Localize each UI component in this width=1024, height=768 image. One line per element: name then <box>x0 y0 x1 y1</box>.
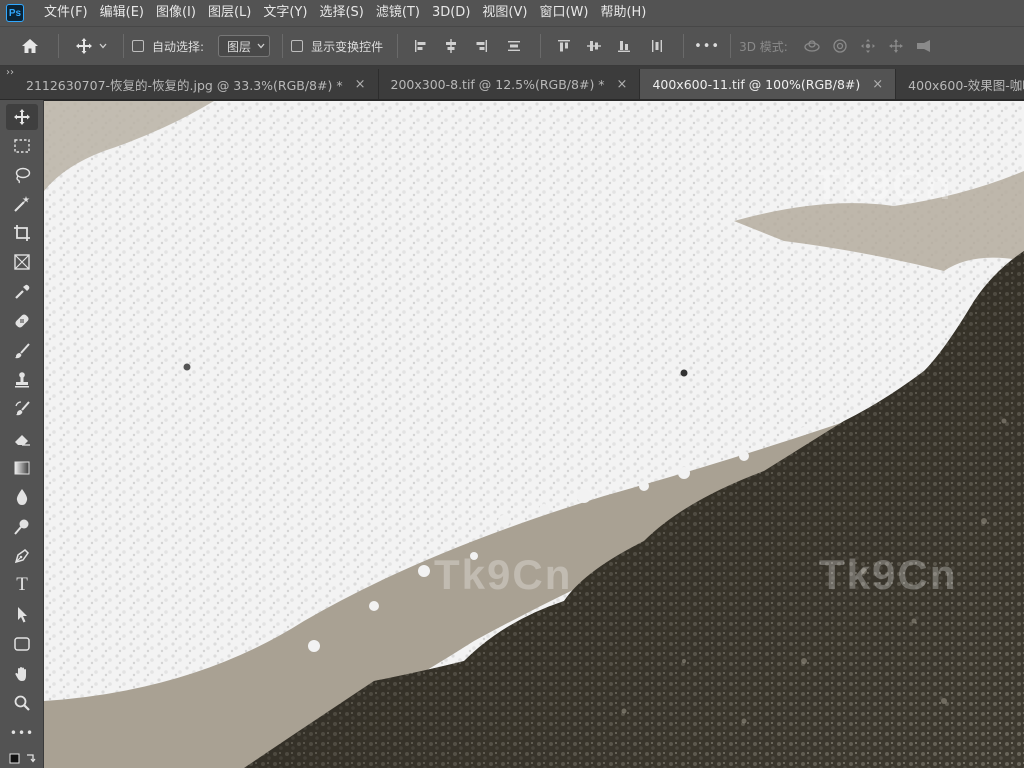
gradient-tool-icon[interactable] <box>6 455 38 481</box>
document-tab[interactable]: 200x300-8.tif @ 12.5%(RGB/8#) * × <box>378 69 641 99</box>
hand-tool-icon[interactable] <box>6 661 38 687</box>
zoom-tool-icon[interactable] <box>6 690 38 716</box>
close-icon[interactable]: × <box>617 77 628 92</box>
separator <box>282 34 284 58</box>
menu-help[interactable]: 帮助(H) <box>594 0 652 26</box>
pen-tool-icon[interactable] <box>6 543 38 569</box>
3d-mode-label: 3D 模式: <box>739 39 788 54</box>
scale-3d-icon[interactable] <box>910 31 938 61</box>
tab-label: 200x300-8.tif @ 12.5%(RGB/8#) * <box>390 76 605 92</box>
tool-preset-picker[interactable] <box>67 31 115 61</box>
menu-3d[interactable]: 3D(D) <box>426 0 476 26</box>
document-canvas[interactable]: Tk9Cn Tk9Cn Tk9Cn <box>44 101 1024 768</box>
align-left-icon[interactable] <box>406 31 436 61</box>
document-tab-bar: ›› 2112630707-恢复的-恢复的.jpg @ 33.3%(RGB/8#… <box>0 66 1024 100</box>
crop-tool-icon[interactable] <box>6 220 38 246</box>
type-tool-icon[interactable]: T <box>6 572 38 598</box>
align-top-icon[interactable] <box>549 31 579 61</box>
auto-select-dropdown[interactable]: 图层 <box>218 35 271 57</box>
dodge-tool-icon[interactable] <box>6 514 38 540</box>
menu-window[interactable]: 窗口(W) <box>533 0 594 26</box>
align-vertical-center-icon[interactable] <box>579 31 609 61</box>
close-icon[interactable]: × <box>355 77 366 92</box>
swap-colors-icon[interactable] <box>6 748 38 768</box>
tab-label: 2112630707-恢复的-恢复的.jpg @ 33.3%(RGB/8#) * <box>26 77 343 93</box>
edit-toolbar-icon[interactable]: ••• <box>6 720 38 746</box>
options-bar: 自动选择: 图层 显示变换控件 ••• 3D 模式: <box>0 26 1024 66</box>
document-tab[interactable]: 400x600-效果图-咖啡色 <box>896 69 1024 99</box>
auto-select-checkbox[interactable] <box>132 40 144 52</box>
lasso-tool-icon[interactable] <box>6 162 38 188</box>
home-icon[interactable] <box>10 31 50 61</box>
eraser-tool-icon[interactable] <box>6 426 38 452</box>
tab-label: 400x600-效果图-咖啡色 <box>908 77 1024 93</box>
close-icon[interactable]: × <box>872 77 883 92</box>
menu-layer[interactable]: 图层(L) <box>202 0 257 26</box>
watermark: Tk9Cn <box>819 551 958 598</box>
brush-tool-icon[interactable] <box>6 338 38 364</box>
frame-tool-icon[interactable] <box>6 249 38 275</box>
separator <box>123 34 124 58</box>
separator <box>58 34 59 58</box>
align-bottom-icon[interactable] <box>609 31 639 61</box>
roll-3d-icon[interactable] <box>826 31 854 61</box>
separator <box>397 34 399 58</box>
menu-type[interactable]: 文字(Y) <box>257 0 313 26</box>
orbit-3d-icon[interactable] <box>798 31 826 61</box>
menu-file[interactable]: 文件(F) <box>38 0 94 26</box>
separator <box>540 34 542 58</box>
rectangle-tool-icon[interactable] <box>6 631 38 657</box>
tab-label: 400x600-11.tif @ 100%(RGB/8#) <box>652 76 861 92</box>
menu-image[interactable]: 图像(I) <box>150 0 202 26</box>
distribute-vertical-icon[interactable] <box>496 31 532 61</box>
path-selection-tool-icon[interactable] <box>6 602 38 628</box>
clone-stamp-tool-icon[interactable] <box>6 367 38 393</box>
move-icon <box>76 38 92 54</box>
history-brush-tool-icon[interactable] <box>6 396 38 422</box>
auto-select-value: 图层 <box>227 39 252 54</box>
watermark: Tk9Cn <box>434 551 573 598</box>
chevron-down-icon <box>257 43 265 49</box>
auto-select-label: 自动选择: <box>152 39 205 54</box>
menu-view[interactable]: 视图(V) <box>476 0 533 26</box>
menu-edit[interactable]: 编辑(E) <box>94 0 150 26</box>
more-options-button[interactable]: ••• <box>692 39 722 54</box>
watermark: Tk9Cn <box>814 161 953 208</box>
tools-panel: T ••• <box>0 100 44 768</box>
align-right-icon[interactable] <box>466 31 496 61</box>
separator <box>683 34 685 58</box>
slide-3d-icon[interactable] <box>882 31 910 61</box>
move-tool-icon[interactable] <box>6 104 38 130</box>
blur-tool-icon[interactable] <box>6 484 38 510</box>
menu-filter[interactable]: 滤镜(T) <box>370 0 426 26</box>
menu-bar: Ps 文件(F) 编辑(E) 图像(I) 图层(L) 文字(Y) 选择(S) 滤… <box>0 0 1024 26</box>
show-transform-label: 显示变换控件 <box>311 39 384 54</box>
magic-wand-tool-icon[interactable] <box>6 191 38 217</box>
pan-3d-icon[interactable] <box>854 31 882 61</box>
show-transform-checkbox[interactable] <box>291 40 304 52</box>
align-horizontal-center-icon[interactable] <box>436 31 466 61</box>
document-tab-active[interactable]: 400x600-11.tif @ 100%(RGB/8#) × <box>640 69 897 99</box>
eyedropper-tool-icon[interactable] <box>6 279 38 305</box>
document-tab[interactable]: 2112630707-恢复的-恢复的.jpg @ 33.3%(RGB/8#) *… <box>14 69 379 99</box>
separator <box>730 34 732 58</box>
photoshop-logo-icon[interactable]: Ps <box>6 4 24 22</box>
chevron-down-icon <box>99 43 107 49</box>
healing-brush-tool-icon[interactable] <box>6 308 38 334</box>
menu-select[interactable]: 选择(S) <box>313 0 369 26</box>
panel-collapse-toggle[interactable]: ›› <box>0 66 14 99</box>
distribute-horizontal-icon[interactable] <box>639 31 675 61</box>
marquee-tool-icon[interactable] <box>6 133 38 159</box>
